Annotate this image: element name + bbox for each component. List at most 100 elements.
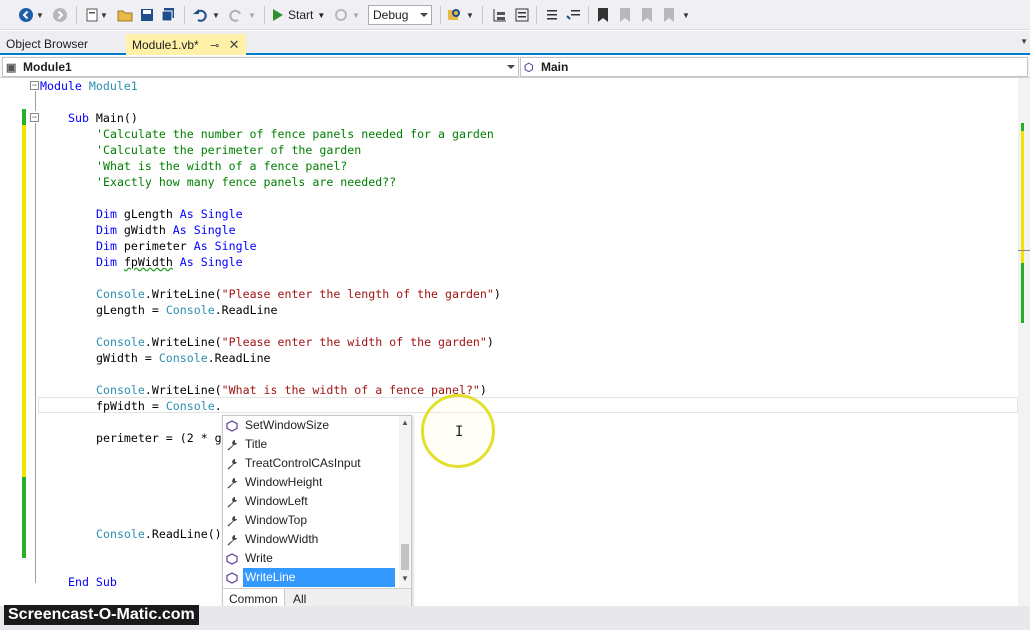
refresh-dropdown-icon[interactable]: ▼ — [352, 5, 360, 25]
back-icon[interactable] — [18, 5, 34, 25]
code-text: Module Module1 Sub Main() 'Calculate the… — [40, 78, 501, 589]
undo-icon[interactable] — [192, 5, 208, 25]
string-literal: "Please enter the width of the garden" — [221, 335, 487, 349]
method-call: .ReadLine — [207, 351, 271, 365]
find-dropdown-icon[interactable]: ▼ — [466, 5, 474, 25]
punctuation: ) — [486, 335, 494, 349]
scroll-down-icon[interactable]: ▼ — [401, 574, 409, 583]
punctuation: ) — [493, 287, 501, 301]
class-name: Console — [96, 335, 145, 349]
completion-item-label: WindowHeight — [245, 475, 323, 489]
completion-item[interactable]: TreatControlCAsInput — [223, 454, 399, 473]
property-icon — [227, 440, 237, 451]
keyword: Dim — [96, 207, 117, 221]
solution-explorer-icon[interactable] — [492, 5, 508, 25]
completion-item[interactable]: WindowWidth — [223, 530, 399, 549]
tab-object-browser[interactable]: Object Browser — [0, 34, 94, 55]
scroll-up-icon[interactable]: ▲ — [401, 418, 409, 427]
collapse-icon[interactable]: − — [30, 81, 39, 90]
method-icon — [226, 572, 238, 584]
module-name: Module1 — [88, 79, 138, 93]
redo-dropdown-icon[interactable]: ▼ — [248, 5, 256, 25]
class-name: Console — [96, 287, 145, 301]
next-bookmark-icon[interactable] — [640, 5, 654, 25]
completion-item[interactable]: WindowTop — [223, 511, 399, 530]
code-editor[interactable]: − − Module Module1 Sub Main() 'Calculate… — [0, 78, 1030, 606]
completion-item[interactable]: Title — [223, 435, 399, 454]
property-icon — [227, 459, 237, 470]
intellisense-completion-list[interactable]: SetWindowSize Title TreatControlCAsInput… — [222, 415, 412, 609]
type-name: Single — [193, 207, 243, 221]
chevron-down-icon — [420, 13, 428, 17]
method-call: .WriteLine( — [144, 383, 222, 397]
scrollbar-thumb[interactable] — [401, 544, 409, 570]
class-name: Console — [165, 303, 215, 317]
clear-bookmarks-icon[interactable] — [662, 5, 676, 25]
refresh-icon[interactable] — [334, 5, 348, 25]
string-literal: "What is the width of a fence panel?" — [221, 383, 480, 397]
open-file-icon[interactable] — [117, 5, 133, 25]
toolbar-overflow-icon[interactable]: ▼ — [682, 5, 690, 25]
property-icon — [227, 516, 237, 527]
code-line: Console.WriteLine("Please enter the leng… — [96, 286, 501, 302]
close-icon[interactable]: ✕ — [229, 37, 240, 52]
completion-item-label: WindowLeft — [245, 494, 308, 508]
tab-module1[interactable]: Module1.vb* ⊸ ✕ — [126, 34, 246, 55]
comment-lines-icon[interactable] — [544, 5, 560, 25]
properties-icon[interactable] — [514, 5, 530, 25]
start-button[interactable]: Start ▼ — [272, 5, 325, 25]
forward-icon[interactable] — [52, 5, 68, 25]
tab-label: Object Browser — [6, 37, 89, 51]
save-icon[interactable] — [139, 5, 155, 25]
completion-item[interactable]: Write — [223, 549, 399, 568]
comment-line: 'Calculate the number of fence panels ne… — [96, 127, 494, 141]
undo-dropdown-icon[interactable]: ▼ — [212, 5, 220, 25]
back-dropdown-icon[interactable]: ▼ — [36, 5, 44, 25]
completion-item[interactable]: SetWindowSize — [223, 416, 399, 435]
tab-overflow-icon[interactable]: ▼ — [1020, 37, 1028, 46]
new-project-icon[interactable] — [84, 5, 100, 25]
completion-scrollbar[interactable]: ▲ ▼ — [399, 416, 411, 588]
keyword: As — [193, 239, 208, 253]
code-line: Sub Main() — [68, 110, 138, 126]
redo-icon[interactable] — [228, 5, 244, 25]
completion-item[interactable]: WindowLeft — [223, 492, 399, 511]
bookmark-icon[interactable] — [596, 5, 610, 25]
previous-bookmark-icon[interactable] — [618, 5, 632, 25]
property-icon — [227, 535, 237, 546]
solution-configuration-select[interactable]: Debug — [368, 5, 432, 25]
identifier: perimeter — [116, 239, 194, 253]
collapse-icon[interactable]: − — [30, 113, 39, 122]
method-call: .ReadLine — [214, 303, 278, 317]
method-icon: ⬡ — [524, 62, 534, 74]
editor-vertical-scrollbar[interactable] — [1018, 78, 1030, 606]
class-name: Console — [96, 383, 145, 397]
code-line: fpWidth = Console. — [96, 398, 222, 414]
method-call: .ReadLine() — [144, 527, 222, 541]
pin-icon[interactable]: ⊸ — [210, 40, 219, 52]
members-combobox[interactable]: ⬡ Main — [520, 57, 1028, 77]
start-dropdown-icon: ▼ — [317, 10, 326, 20]
save-all-icon[interactable] — [160, 5, 176, 25]
property-icon — [227, 478, 237, 489]
document-tab-strip: Object Browser Module1.vb* ⊸ ✕ ▼ — [0, 31, 1030, 55]
module-icon: ▣ — [6, 62, 17, 74]
type-name: Single — [186, 223, 236, 237]
code-line: Console.ReadLine() — [96, 526, 222, 542]
new-dropdown-icon[interactable]: ▼ — [100, 5, 108, 25]
completion-item-selected[interactable]: WriteLine — [223, 568, 399, 587]
members-combobox-value: Main — [541, 60, 569, 74]
types-combobox[interactable]: ▣ Module1 — [2, 57, 519, 77]
class-name: Console — [96, 527, 145, 541]
find-in-files-icon[interactable] — [446, 5, 462, 25]
assignment: gLength = — [96, 303, 166, 317]
uncomment-lines-icon[interactable] — [566, 5, 582, 25]
play-icon — [273, 9, 283, 21]
keyword: Dim — [96, 239, 117, 253]
class-name: Console — [158, 351, 208, 365]
completion-item[interactable]: WindowHeight — [223, 473, 399, 492]
string-literal: "Please enter the length of the garden" — [221, 287, 494, 301]
keyword: As — [172, 223, 187, 237]
